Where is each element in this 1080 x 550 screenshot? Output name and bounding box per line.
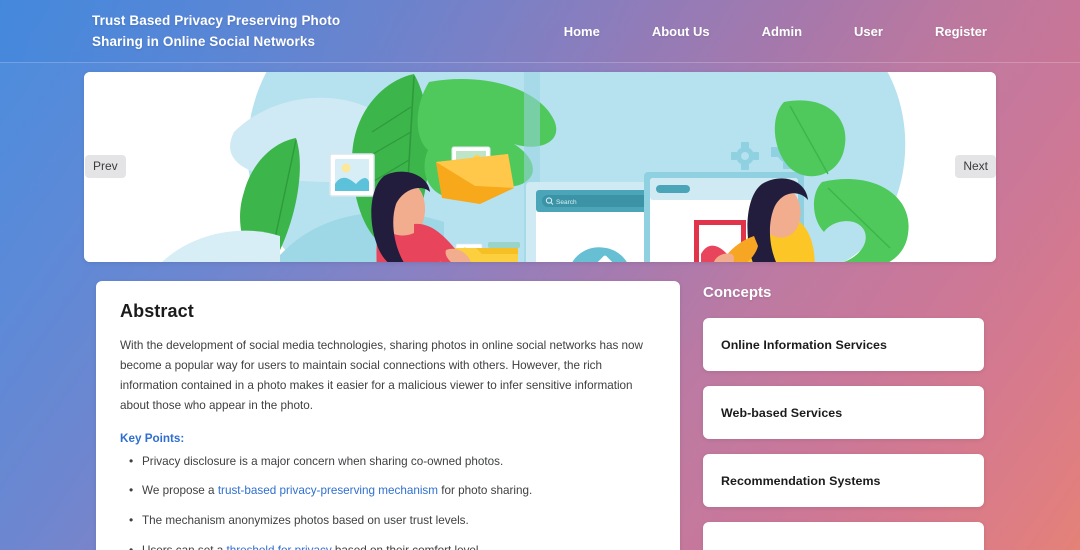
abstract-paragraph: With the development of social media tec… [120,339,643,413]
key-point-item: We propose a trust-based privacy-preserv… [129,482,656,500]
main-navigation: Home About Us Admin User Register [564,18,987,45]
concept-card-online-information-services[interactable]: Online Information Services [703,318,984,371]
concepts-sidebar: Concepts Online Information Services Web… [703,281,984,550]
brand-line-1: Trust Based Privacy Preserving Photo [92,12,341,28]
concept-label: Web-based Services [721,405,843,420]
hero-carousel[interactable]: Search [84,72,996,262]
site-brand-title: Trust Based Privacy Preserving Photo Sha… [92,11,340,53]
key-point-item: Privacy disclosure is a major concern wh… [129,453,656,471]
nav-item-user[interactable]: User [854,18,883,45]
abstract-card: Abstract With the development of social … [96,281,680,550]
concept-label: Recommendation Systems [721,473,881,488]
key-point-item: Users can set a threshold for privacy ba… [129,542,656,550]
carousel-prev-button[interactable]: Prev [85,155,126,178]
concept-card-recommendation-systems[interactable]: Recommendation Systems [703,454,984,507]
hero-illustration: Search [84,72,996,262]
key-point-link[interactable]: threshold for privacy [226,544,331,550]
key-point-text-pre: We propose a [142,484,218,498]
key-points-label: Key Points: [120,431,185,445]
concept-card-web-based-services[interactable]: Web-based Services [703,386,984,439]
brand-line-2: Sharing in Online Social Networks [92,33,316,49]
key-point-text-pre: The mechanism anonymizes photos based on… [142,514,469,528]
abstract-heading: Abstract [120,301,194,321]
key-point-text-pre: Privacy disclosure is a major concern wh… [142,454,504,468]
svg-text:Search: Search [556,199,577,206]
nav-item-home[interactable]: Home [564,18,600,45]
key-point-link[interactable]: trust-based privacy-preserving mechanism [218,484,438,497]
key-point-text-pre: Users can set a [142,544,226,550]
nav-item-register[interactable]: Register [935,18,987,45]
nav-item-about-us[interactable]: About Us [652,18,710,45]
concept-card-partial[interactable] [703,522,984,550]
site-header: Trust Based Privacy Preserving Photo Sha… [0,0,1080,63]
carousel-next-button[interactable]: Next [955,155,996,178]
key-point-item: The mechanism anonymizes photos based on… [129,512,656,530]
concepts-heading: Concepts [703,284,772,301]
key-point-text-post: based on their comfort level. [332,544,482,550]
key-points-list: Privacy disclosure is a major concern wh… [120,453,656,550]
key-point-text-post: for photo sharing. [438,484,533,498]
nav-item-admin[interactable]: Admin [762,18,802,45]
concept-label: Online Information Services [721,337,887,352]
photo-thumbnail-icon [329,153,375,197]
